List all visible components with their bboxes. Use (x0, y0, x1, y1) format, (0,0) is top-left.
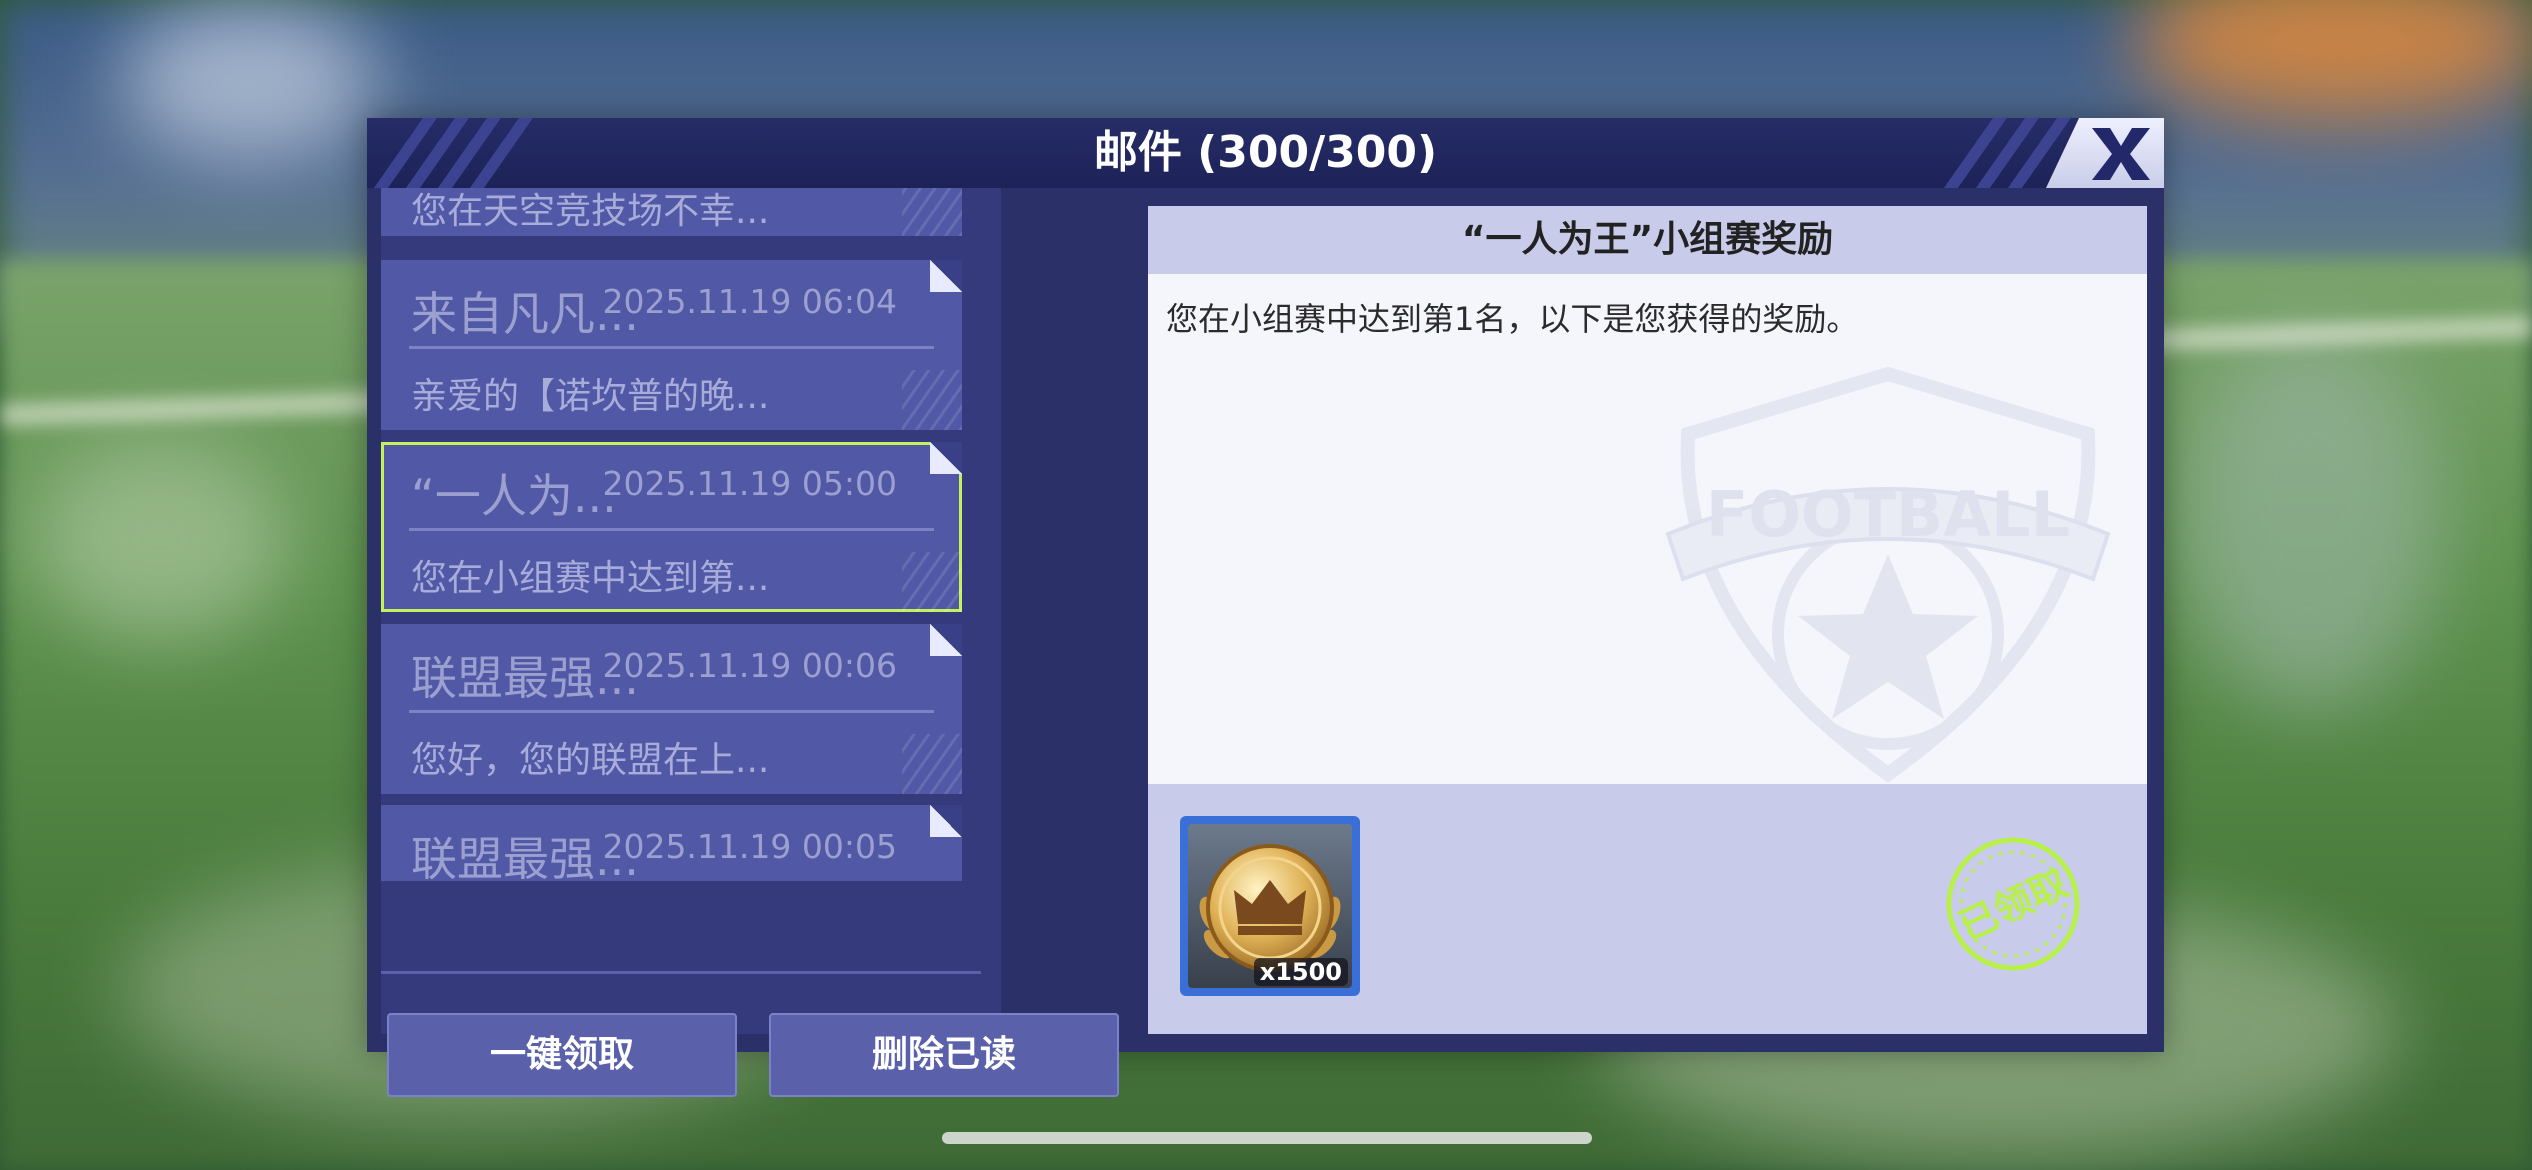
mail-item[interactable]: 联盟最强... 2025.11.19 00:05 (381, 805, 962, 886)
mail-detail-body: FOOTBALL 您在小组赛中达到第1名，以下是您获得的奖励。 (1148, 274, 2147, 784)
mail-detail-panel: “一人为王”小组赛奖励 FOOTBALL 您在小组赛中达到第1名，以下是您获得的… (1148, 206, 2147, 1034)
close-x-icon (2092, 128, 2150, 180)
mail-subject: “一人为... (411, 469, 617, 523)
mail-dialog: 邮件 (300/300) 您在天空竞技场不幸... 来自凡凡... 2025.1… (367, 118, 2164, 1097)
mail-date: 2025.11.19 00:06 (602, 646, 897, 685)
delete-read-button[interactable]: 删除已读 (769, 1013, 1119, 1097)
unread-corner-icon (930, 260, 962, 292)
mail-preview: 您好，您的联盟在上... (411, 740, 770, 781)
mail-preview: 亲爱的【诺坎普的晚... (411, 376, 770, 417)
unread-corner-icon (930, 805, 962, 837)
claimed-stamp-icon: 已领取 (1946, 837, 2080, 971)
mail-date: 2025.11.19 05:00 (602, 464, 897, 503)
mail-detail-title: “一人为王”小组赛奖励 (1461, 219, 1834, 260)
home-indicator[interactable] (942, 1132, 1592, 1144)
reward-count: x1500 (1253, 958, 1348, 986)
unread-corner-icon (930, 624, 962, 656)
reward-area: x1500 已领取 (1148, 784, 2147, 1034)
unread-corner-icon (930, 442, 962, 474)
mail-list-panel: 您在天空竞技场不幸... 来自凡凡... 2025.11.19 06:04 亲爱… (381, 188, 1119, 1097)
reward-item[interactable]: x1500 (1180, 816, 1360, 996)
mail-preview: 您在小组赛中达到第... (411, 558, 770, 599)
mail-date: 2025.11.19 06:04 (602, 282, 897, 321)
mail-item[interactable]: 联盟最强... 2025.11.19 00:06 您好，您的联盟在上... (381, 624, 962, 794)
mail-item-selected[interactable]: “一人为... 2025.11.19 05:00 您在小组赛中达到第... (381, 442, 962, 612)
dialog-title-bar: 邮件 (300/300) (367, 118, 2164, 188)
football-crest-watermark-icon: FOOTBALL (1665, 366, 2111, 783)
mail-item[interactable]: 您在天空竞技场不幸... (381, 188, 962, 236)
mail-preview: 您在天空竞技场不幸... (411, 191, 770, 232)
claimed-stamp-text: 已领取 (1952, 861, 2074, 949)
mail-detail-text: 您在小组赛中达到第1名，以下是您获得的奖励。 (1166, 300, 1859, 338)
watermark-text: FOOTBALL (1706, 478, 2070, 551)
claim-all-button[interactable]: 一键领取 (387, 1013, 737, 1097)
mail-list[interactable]: 您在天空竞技场不幸... 来自凡凡... 2025.11.19 06:04 亲爱… (381, 188, 1001, 888)
mail-date: 2025.11.19 00:05 (602, 827, 897, 866)
dialog-title: 邮件 (300/300) (1093, 127, 1438, 178)
mail-item[interactable]: 来自凡凡... 2025.11.19 06:04 亲爱的【诺坎普的晚... (381, 260, 962, 430)
